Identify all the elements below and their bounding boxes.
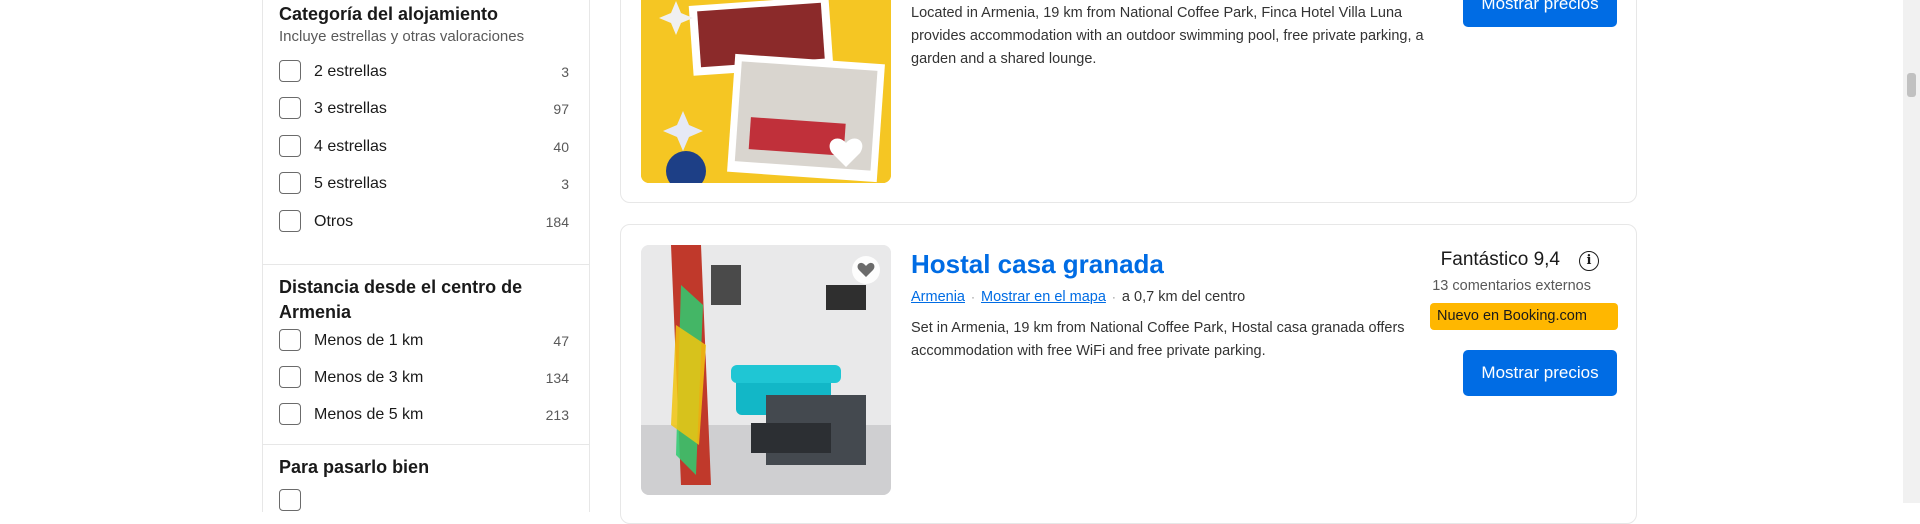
property-description: Set in Armenia, 19 km from National Coff… — [911, 320, 1405, 359]
filter-option-count: 40 — [553, 139, 569, 155]
filter-title-distance: Distancia desde el centro de Armenia — [279, 277, 523, 322]
property-location-row: Armenia · Mostrar en el mapa · a 0,7 km del … — [911, 289, 1245, 305]
property-photo-art — [641, 0, 891, 183]
filter-subtitle-category: Incluye estrellas y otras valoraciones — [279, 28, 525, 45]
filter-option-less-5km[interactable]: Menos de 5 km 213 — [279, 403, 569, 429]
checkbox[interactable] — [279, 403, 301, 425]
filter-option-label: 5 estrellas — [314, 175, 387, 192]
checkbox[interactable] — [279, 97, 301, 119]
filter-option-count: 3 — [561, 64, 569, 80]
filter-option-count: 213 — [545, 407, 569, 423]
checkbox[interactable] — [279, 210, 301, 232]
filter-option-partial[interactable] — [279, 489, 569, 515]
filter-option-label: Menos de 1 km — [314, 332, 424, 349]
filter-option-4-stars[interactable]: 4 estrellas 40 — [279, 135, 569, 161]
filter-option-label: Menos de 3 km — [314, 369, 424, 386]
page-scrollbar[interactable] — [1903, 0, 1920, 503]
filter-option-count: 184 — [545, 214, 569, 230]
property-city-link[interactable]: Armenia — [911, 289, 965, 305]
info-icon[interactable]: i — [1579, 251, 1599, 271]
filter-option-3-stars[interactable]: 3 estrellas 97 — [279, 97, 569, 123]
review-count: 13 comentarios externos — [1432, 278, 1591, 294]
review-score-label: Fantástico 9,4 — [1440, 249, 1560, 270]
property-photo[interactable] — [641, 0, 891, 183]
filter-option-others[interactable]: Otros 184 — [279, 210, 569, 236]
distance-from-center: a 0,7 km del centro — [1121, 289, 1246, 305]
filters-sidebar: Categoría del alojamiento Incluye estrel… — [262, 0, 590, 512]
checkbox[interactable] — [279, 366, 301, 388]
filter-option-count: 97 — [553, 101, 569, 117]
property-photo[interactable] — [641, 245, 891, 495]
show-prices-button[interactable]: Mostrar precios — [1463, 0, 1617, 27]
show-on-map-link[interactable]: Mostrar en el mapa — [981, 289, 1106, 305]
property-card: Located in Armenia, 19 km from National … — [620, 0, 1637, 203]
separator-dot: · — [971, 290, 975, 304]
checkbox[interactable] — [279, 172, 301, 194]
filter-option-label: Menos de 5 km — [314, 406, 424, 423]
checkbox[interactable] — [279, 60, 301, 82]
filter-option-count: 134 — [545, 370, 569, 386]
filter-option-5-stars[interactable]: 5 estrellas 3 — [279, 172, 569, 198]
filter-title-fun: Para pasarlo bien — [279, 457, 430, 477]
filter-option-less-3km[interactable]: Menos de 3 km 134 — [279, 366, 569, 392]
filter-option-label: 2 estrellas — [314, 63, 387, 80]
checkbox[interactable] — [279, 135, 301, 157]
filter-option-2-stars[interactable]: 2 estrellas 3 — [279, 60, 569, 86]
property-name-link[interactable]: Hostal casa granada — [911, 249, 1164, 280]
property-card: Hostal casa granada Armenia · Mostrar en e… — [620, 224, 1637, 524]
property-description: Located in Armenia, 19 km from National … — [911, 5, 1424, 67]
show-prices-button[interactable]: Mostrar precios — [1463, 350, 1617, 396]
new-on-booking-badge: Nuevo en Booking.com — [1430, 303, 1618, 330]
filter-option-label: 4 estrellas — [314, 138, 387, 155]
filter-option-label: 3 estrellas — [314, 100, 387, 117]
scrollbar-thumb[interactable] — [1907, 73, 1916, 97]
filter-section-fun: Para pasarlo bien — [263, 444, 589, 511]
filter-section-distance: Distancia desde el centro de Armenia Men… — [263, 264, 589, 425]
filter-option-less-1km[interactable]: Menos de 1 km 47 — [279, 329, 569, 355]
filter-title-category: Categoría del alojamiento — [279, 4, 499, 24]
heart-icon[interactable] — [851, 255, 881, 285]
checkbox[interactable] — [279, 489, 301, 511]
filter-option-count: 47 — [553, 333, 569, 349]
separator-dot: · — [1111, 290, 1116, 304]
filter-option-count: 3 — [561, 176, 569, 192]
filter-option-label: Otros — [314, 213, 354, 230]
checkbox[interactable] — [279, 329, 301, 351]
